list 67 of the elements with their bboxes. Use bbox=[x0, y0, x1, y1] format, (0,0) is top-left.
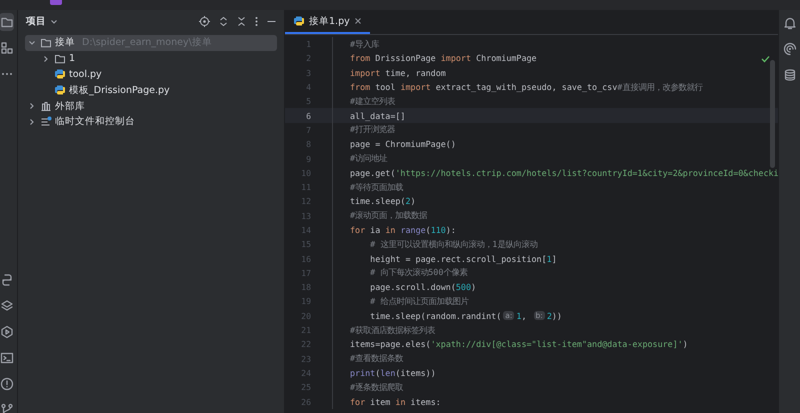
tree-item[interactable]: 模板_DrissionPage.py bbox=[25, 82, 277, 98]
tree-item-label: 外部库 bbox=[55, 100, 85, 113]
python-file-icon bbox=[293, 15, 305, 27]
library-icon bbox=[40, 100, 52, 112]
code-line: items=page.eles('xpath://div[@class="list-item"and@data-exposure]') bbox=[332, 337, 688, 352]
code-line: # 给点时间让页面加载图片 bbox=[332, 294, 468, 309]
code-line: #逐条数据爬取 bbox=[332, 380, 404, 394]
more-icon bbox=[255, 16, 258, 27]
collapse-all-icon bbox=[237, 16, 246, 27]
tool-window-button[interactable] bbox=[0, 13, 14, 31]
tool-window-button[interactable] bbox=[782, 68, 796, 82]
code-line: from tool import extract_tag_with_pseudo, save_to_csv#直接调用，改参数就行 bbox=[332, 80, 702, 94]
code-line: from DrissionPage import ChromiumPage bbox=[332, 51, 537, 66]
structure-icon bbox=[0, 41, 14, 55]
tree-item[interactable]: 1 bbox=[25, 50, 277, 67]
code-line: page = ChromiumPage() bbox=[332, 137, 456, 152]
project-icon bbox=[50, 0, 62, 7]
tree-item-label: 接单 bbox=[55, 36, 75, 50]
code-line: page.scroll.down(500) bbox=[332, 280, 476, 294]
console-icon bbox=[40, 116, 52, 128]
run-icon bbox=[0, 325, 14, 339]
folder-icon bbox=[54, 52, 66, 65]
code-line: print(len(items)) bbox=[332, 366, 436, 380]
tool-window-button[interactable] bbox=[0, 375, 14, 393]
tree-item-label: 1 bbox=[69, 53, 76, 64]
code-line: # 向下每次滚动500个像素 bbox=[332, 266, 468, 280]
tool-window-button[interactable] bbox=[0, 323, 14, 341]
code-line: #获取酒店数据标签列表 bbox=[332, 322, 436, 338]
tool-window-button[interactable] bbox=[782, 42, 796, 56]
code-line: #查看数据条数 bbox=[332, 352, 404, 366]
tree-item-label: 临时文件和控制台 bbox=[55, 115, 135, 128]
folder-icon bbox=[0, 15, 14, 29]
code-line: #等待页面加载 bbox=[332, 180, 404, 194]
database-icon bbox=[782, 68, 796, 82]
tree-item-label: tool.py bbox=[69, 68, 102, 80]
code-line: #导入库 bbox=[332, 37, 380, 52]
bell-icon bbox=[782, 16, 796, 30]
check-icon bbox=[761, 55, 770, 63]
line-number: 6 bbox=[305, 110, 311, 121]
expand-all-icon bbox=[219, 16, 228, 27]
tree-item[interactable]: 临时文件和控制台 bbox=[25, 114, 277, 130]
code-line: import time, random bbox=[332, 66, 446, 80]
code-line: # 这里可以设置横向和纵向滚动，1是纵向滚动 bbox=[332, 237, 538, 252]
tree-item[interactable]: 外部库 bbox=[25, 98, 277, 114]
code-line: #打开浏览器 bbox=[332, 122, 396, 138]
code-line: #滚动页面，加载数据 bbox=[332, 208, 428, 223]
code-line: all_data=[] bbox=[332, 108, 406, 123]
python-file-icon bbox=[54, 68, 66, 80]
terminal-icon bbox=[0, 351, 14, 365]
tool-window-button[interactable] bbox=[782, 16, 796, 30]
locate-icon bbox=[199, 16, 210, 27]
layers-icon bbox=[0, 299, 14, 313]
warning-icon bbox=[0, 377, 14, 391]
file-tab[interactable]: 接单1.py bbox=[285, 10, 370, 34]
spiral-icon bbox=[782, 42, 796, 56]
code-line: time.sleep(2) bbox=[332, 194, 416, 209]
code-line: for item in items: bbox=[332, 394, 441, 409]
close-icon bbox=[354, 17, 362, 25]
code-line: for ia in range(110): bbox=[332, 222, 456, 238]
python-file-icon bbox=[54, 84, 66, 96]
panel-title[interactable]: 项目 bbox=[26, 15, 59, 28]
tree-item-label: 模板_DrissionPage.py bbox=[69, 84, 170, 97]
scrollbar[interactable] bbox=[770, 60, 775, 168]
folder-icon bbox=[40, 36, 52, 49]
code-line: #访问地址 bbox=[332, 151, 388, 166]
code-line: height = page.rect.scroll_position[1] bbox=[332, 251, 557, 266]
tree-item[interactable]: tool.py bbox=[25, 66, 277, 82]
